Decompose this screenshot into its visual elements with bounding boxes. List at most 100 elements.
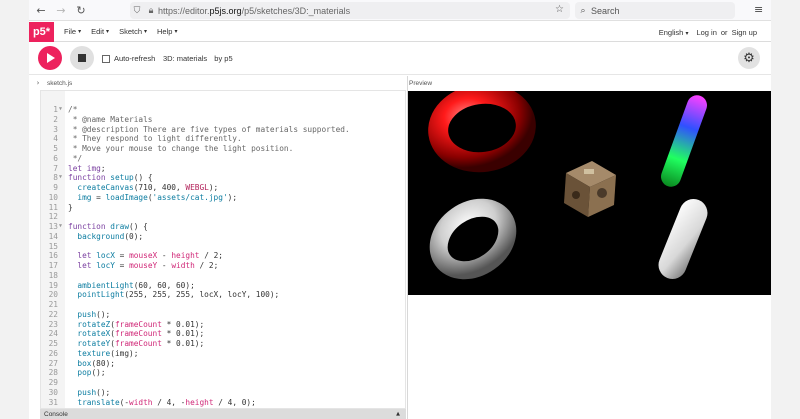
line-number: 7 <box>53 163 58 173</box>
lock-icon: 🔒︎ <box>148 5 154 16</box>
code-line[interactable]: 22 push(); <box>41 310 405 320</box>
code-line[interactable]: 14 background(0); <box>41 232 405 242</box>
stop-button[interactable] <box>70 46 94 70</box>
back-icon[interactable]: ← <box>33 2 49 18</box>
line-number: 14 <box>48 231 58 241</box>
bookmark-star-icon[interactable]: ☆ <box>555 4 564 15</box>
play-button[interactable] <box>38 46 62 70</box>
code-line[interactable]: 4 * They respond to light differently. <box>41 134 405 144</box>
line-number: 8 <box>53 173 58 183</box>
code-line[interactable]: 28 pop(); <box>41 368 405 378</box>
code-line[interactable]: 26 texture(img); <box>41 349 405 359</box>
fold-arrow-icon[interactable]: ▼ <box>59 173 62 183</box>
code-line[interactable]: 12 <box>41 212 405 222</box>
code-line[interactable]: 31 translate(-width / 4, -height / 4, 0)… <box>41 398 405 408</box>
code-text: texture(img); <box>77 348 139 358</box>
code-text: let locY = mouseY - width / 2; <box>77 261 219 270</box>
line-number: 20 <box>48 290 58 300</box>
code-line[interactable]: 2 * @name Materials <box>41 115 405 125</box>
hamburger-menu-icon[interactable]: ≡ <box>754 3 763 16</box>
console-label: Console <box>44 410 68 418</box>
code-text: rotateY(frameCount * 0.01); <box>77 339 205 348</box>
line-number: 29 <box>48 378 58 387</box>
code-line[interactable]: 3 * @description There are five types of… <box>41 125 405 135</box>
signup-link[interactable]: Sign up <box>732 28 757 37</box>
code-text: translate(-width / 4, -height / 4, 0); <box>77 397 256 407</box>
preview-canvas[interactable] <box>408 91 771 295</box>
language-select[interactable]: English ▾ <box>659 28 689 37</box>
auto-refresh[interactable]: Auto-refresh <box>102 54 155 63</box>
line-number: 19 <box>48 280 58 290</box>
line-number: 22 <box>48 309 58 319</box>
settings-gear-icon[interactable]: ⚙ <box>738 47 760 69</box>
code-line[interactable]: 15 <box>41 242 405 252</box>
code-text: pointLight(255, 255, 255, locX, locY, 10… <box>77 290 280 300</box>
code-text: background(0); <box>77 231 144 241</box>
code-line[interactable]: 18 <box>41 271 405 281</box>
code-line[interactable]: 1 ▼ /* <box>41 105 405 115</box>
chevron-down-icon: ▾ <box>78 28 82 35</box>
sketch-title[interactable]: 3D: materials <box>163 54 207 63</box>
sketch-name: 3D: materials by p5 <box>163 54 233 63</box>
file-tab[interactable]: › sketch.js <box>29 76 407 90</box>
code-line[interactable]: 9 createCanvas(710, 400, WEBGL); <box>41 183 405 193</box>
search-box[interactable]: ⌕ Search <box>575 2 735 19</box>
code-line[interactable]: 6 */ <box>41 154 405 164</box>
menu-edit[interactable]: Edit ▾ <box>91 27 109 36</box>
code-line[interactable]: 24 rotateX(frameCount * 0.01); <box>41 329 405 339</box>
code-line[interactable]: 13 ▼ function draw() { <box>41 222 405 232</box>
code-text: pop(); <box>77 368 106 378</box>
chevron-up-icon[interactable]: ▲ <box>396 411 400 417</box>
auto-refresh-checkbox[interactable] <box>102 54 110 63</box>
login-link[interactable]: Log in <box>696 28 716 37</box>
code-text: } <box>68 202 73 212</box>
code-text: rotateX(frameCount * 0.01); <box>77 329 205 339</box>
code-line[interactable]: 20 pointLight(255, 255, 255, locX, locY,… <box>41 290 405 300</box>
code-editor[interactable]: 1 ▼/* 2 * @name Materials 3 * @description … <box>40 90 406 409</box>
line-number: 31 <box>48 397 58 407</box>
reload-icon[interactable]: ↻ <box>73 2 89 18</box>
menu-sketch[interactable]: Sketch ▾ <box>119 27 147 36</box>
code-line[interactable]: 8 ▼ function setup() { <box>41 173 405 183</box>
code-line[interactable]: 11} <box>41 203 405 213</box>
menu-help[interactable]: Help ▾ <box>157 27 177 36</box>
code-line[interactable]: 27 box(80); <box>41 359 405 369</box>
code-line[interactable]: 16 let locX = mouseX - height / 2; <box>41 251 405 261</box>
code-text: function setup() { <box>68 173 153 183</box>
forward-icon[interactable]: → <box>53 2 69 18</box>
menu-file[interactable]: File ▾ <box>64 27 81 36</box>
line-number: 9 <box>53 183 58 192</box>
chevron-right-icon[interactable]: › <box>29 79 47 87</box>
search-placeholder: Search <box>591 5 620 16</box>
code-line[interactable]: 21 <box>41 300 405 310</box>
code-line[interactable]: 25 rotateY(frameCount * 0.01); <box>41 339 405 349</box>
code-line[interactable]: 30 push(); <box>41 388 405 398</box>
line-number: 13 <box>48 222 58 231</box>
line-number: 1 <box>53 105 58 114</box>
code-line[interactable]: 19 ambientLight(60, 60, 60); <box>41 281 405 291</box>
line-number: 16 <box>48 251 58 261</box>
p5-logo[interactable]: p5* <box>29 21 54 42</box>
code-text: box(80); <box>77 358 115 368</box>
url-text: https://editor.p5js.org/p5/sketches/3D:_… <box>158 5 351 16</box>
line-number: 3 <box>53 124 58 134</box>
fold-arrow-icon[interactable]: ▼ <box>59 105 62 115</box>
fold-arrow-icon[interactable]: ▼ <box>59 222 62 232</box>
code-line[interactable]: 5 * Move your mouse to change the light … <box>41 144 405 154</box>
console-bar[interactable]: Console ▲ <box>40 409 406 419</box>
code-text: let locX = mouseX - height / 2; <box>77 251 223 261</box>
code-line[interactable]: 7 let img; <box>41 164 405 174</box>
sketch-toolbar: Auto-refresh 3D: materials by p5 ⚙ <box>29 42 771 75</box>
line-number: 30 <box>48 387 58 397</box>
code-line[interactable]: 29 <box>41 378 405 388</box>
code-line[interactable]: 17 let locY = mouseY - width / 2; <box>41 261 405 271</box>
chevron-down-icon: ▾ <box>685 29 689 37</box>
code-text: rotateZ(frameCount * 0.01); <box>77 319 205 329</box>
line-number: 18 <box>48 270 58 280</box>
url-bar[interactable]: ⛉ 🔒︎ https://editor.p5js.org/p5/sketches… <box>130 2 570 19</box>
preview-label: Preview <box>409 79 433 87</box>
code-line[interactable]: 23 rotateZ(frameCount * 0.01); <box>41 320 405 330</box>
line-number: 15 <box>48 241 58 251</box>
code-text: push(); <box>77 309 111 319</box>
code-line[interactable]: 10 img = loadImage('assets/cat.jpg'); <box>41 193 405 203</box>
